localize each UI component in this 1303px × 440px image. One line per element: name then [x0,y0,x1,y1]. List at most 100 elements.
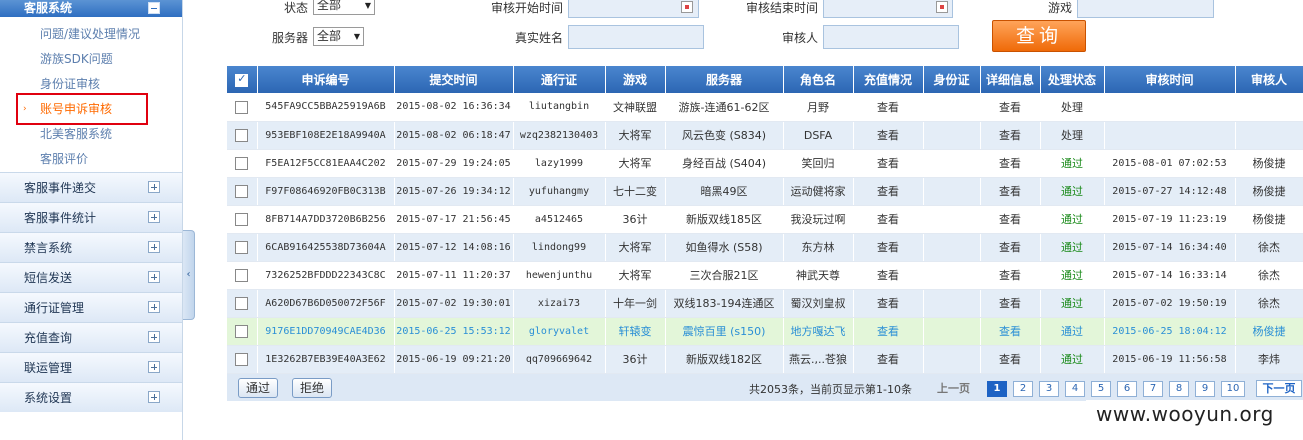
page-link[interactable]: 7 [1143,381,1163,397]
page-link[interactable]: 2 [1013,381,1033,397]
sidebar-collapse-handle[interactable]: ‹ [183,230,195,320]
view-recharge-link[interactable]: 查看 [853,233,924,262]
row-checkbox[interactable] [235,296,249,310]
row-checkbox[interactable] [235,212,249,226]
expand-plus-icon[interactable] [148,361,160,373]
auditor-input[interactable] [823,25,959,49]
column-header[interactable]: 申诉编号 [257,66,395,93]
row-checkbox[interactable] [235,156,249,170]
view-detail-link[interactable]: 查看 [980,205,1041,234]
column-header[interactable]: 服务器 [665,66,784,93]
expand-plus-icon[interactable] [148,181,160,193]
calendar-icon[interactable] [681,1,693,13]
sidebar-header-customer-service[interactable]: 客服系统 [0,0,182,17]
view-recharge-link[interactable]: 查看 [853,261,924,290]
row-checkbox[interactable] [235,128,249,142]
column-header[interactable]: 充值情况 [853,66,924,93]
table-row[interactable]: A620D67B6D050072F56F 2015-07-02 19:30:01 x… [227,289,1303,318]
realname-input[interactable] [568,25,704,49]
audit-end-input[interactable] [823,0,953,18]
sidebar-item-na-service[interactable]: 北美客服系统 [0,122,182,147]
reject-button[interactable]: 拒绝 [292,378,333,398]
page-link[interactable]: 6 [1117,381,1137,397]
next-page-link[interactable]: 下一页 [1256,380,1302,397]
sidebar-section-sms[interactable]: 短信发送 [0,262,182,292]
view-recharge-link[interactable]: 查看 [853,121,924,150]
sidebar-section-passport-admin[interactable]: 通行证管理 [0,292,182,322]
view-recharge-link[interactable]: 查看 [853,345,924,374]
row-checkbox[interactable] [235,240,249,254]
view-detail-link[interactable]: 查看 [980,233,1041,262]
expand-plus-icon[interactable] [148,271,160,283]
calendar-icon[interactable] [936,1,948,13]
column-header[interactable]: 审核人 [1235,66,1303,93]
sidebar-section-recharge-query[interactable]: 充值查询 [0,322,182,352]
row-checkbox[interactable] [235,352,249,366]
view-detail-link[interactable]: 查看 [980,345,1041,374]
column-header[interactable]: 提交时间 [394,66,514,93]
process-link[interactable]: 处理 [1040,121,1105,150]
view-detail-link[interactable]: 查看 [980,317,1041,346]
view-detail-link[interactable]: 查看 [980,177,1041,206]
table-row[interactable]: 953EBF108E2E18A9940A 2015-08-02 06:18:47 w… [227,121,1303,150]
row-checkbox[interactable] [235,100,249,114]
expand-plus-icon[interactable] [148,241,160,253]
view-recharge-link[interactable]: 查看 [853,177,924,206]
table-row[interactable]: 8FB714A7DD3720B6B256 2015-07-17 21:56:45 a… [227,205,1303,234]
process-link[interactable]: 处理 [1040,93,1105,122]
sidebar-section-settings[interactable]: 系统设置 [0,382,182,412]
row-checkbox[interactable] [235,324,249,338]
expand-plus-icon[interactable] [148,331,160,343]
view-detail-link[interactable]: 查看 [980,93,1041,122]
sidebar-item-service-rating[interactable]: 客服评价 [0,147,182,172]
column-header[interactable]: 审核时间 [1104,66,1236,93]
view-detail-link[interactable]: 查看 [980,121,1041,150]
select-all-checkbox[interactable] [227,66,258,93]
row-checkbox[interactable] [235,184,249,198]
view-recharge-link[interactable]: 查看 [853,289,924,318]
view-detail-link[interactable]: 查看 [980,289,1041,318]
view-recharge-link[interactable]: 查看 [853,205,924,234]
query-button[interactable]: 查询 [992,20,1086,52]
expand-plus-icon[interactable] [148,211,160,223]
view-detail-link[interactable]: 查看 [980,149,1041,178]
table-row[interactable]: F97F08646920FB0C313B 2015-07-26 19:34:12 y… [227,177,1303,206]
collapse-minus-icon[interactable] [148,2,160,14]
page-link[interactable]: 10 [1221,381,1245,397]
column-header[interactable]: 处理状态 [1040,66,1105,93]
expand-plus-icon[interactable] [148,301,160,313]
view-detail-link[interactable]: 查看 [980,261,1041,290]
page-link[interactable]: 8 [1169,381,1189,397]
table-row[interactable]: F5EA12F5CC81EAA4C202 2015-07-29 19:24:05 l… [227,149,1303,178]
expand-plus-icon[interactable] [148,391,160,403]
table-row[interactable]: 9176E1DD70949CAE4D36 2015-06-25 15:53:12 g… [227,317,1303,346]
sidebar-item-feedback[interactable]: 问题/建议处理情况 [0,22,182,47]
page-link[interactable]: 3 [1039,381,1059,397]
page-link[interactable]: 1 [987,381,1007,397]
game-input[interactable] [1077,0,1214,18]
row-checkbox[interactable] [235,268,249,282]
column-header[interactable]: 详细信息 [980,66,1041,93]
sidebar-section-mute-system[interactable]: 禁言系统 [0,232,182,262]
page-link[interactable]: 9 [1195,381,1215,397]
status-select[interactable]: 全部 [313,0,375,15]
sidebar-item-sdk-issues[interactable]: 游族SDK问题 [0,47,182,72]
view-recharge-link[interactable]: 查看 [853,317,924,346]
sidebar-section-event-stats[interactable]: 客服事件统计 [0,202,182,232]
view-recharge-link[interactable]: 查看 [853,149,924,178]
sidebar-section-event-submit[interactable]: 客服事件递交 [0,172,182,202]
table-row[interactable]: 6CAB916425538D73604A 2015-07-12 14:08:16 l… [227,233,1303,262]
audit-start-input[interactable] [568,0,699,18]
column-header[interactable]: 通行证 [513,66,606,93]
view-recharge-link[interactable]: 查看 [853,93,924,122]
column-header[interactable]: 游戏 [605,66,666,93]
table-row[interactable]: 1E3262B7EB39E40A3E62 2015-06-19 09:21:20 q… [227,345,1303,374]
approve-button[interactable]: 通过 [238,378,279,398]
column-header[interactable]: 身份证 [923,66,981,93]
table-row[interactable]: 7326252BFDDD22343C8C 2015-07-11 11:20:37 h… [227,261,1303,290]
sidebar-section-joint-ops[interactable]: 联运管理 [0,352,182,382]
server-select[interactable]: 全部 [313,27,364,46]
page-link[interactable]: 5 [1091,381,1111,397]
column-header[interactable]: 角色名 [783,66,854,93]
table-row[interactable]: 545FA9CC5BBA25919A6B 2015-08-02 16:36:34 l… [227,93,1303,122]
